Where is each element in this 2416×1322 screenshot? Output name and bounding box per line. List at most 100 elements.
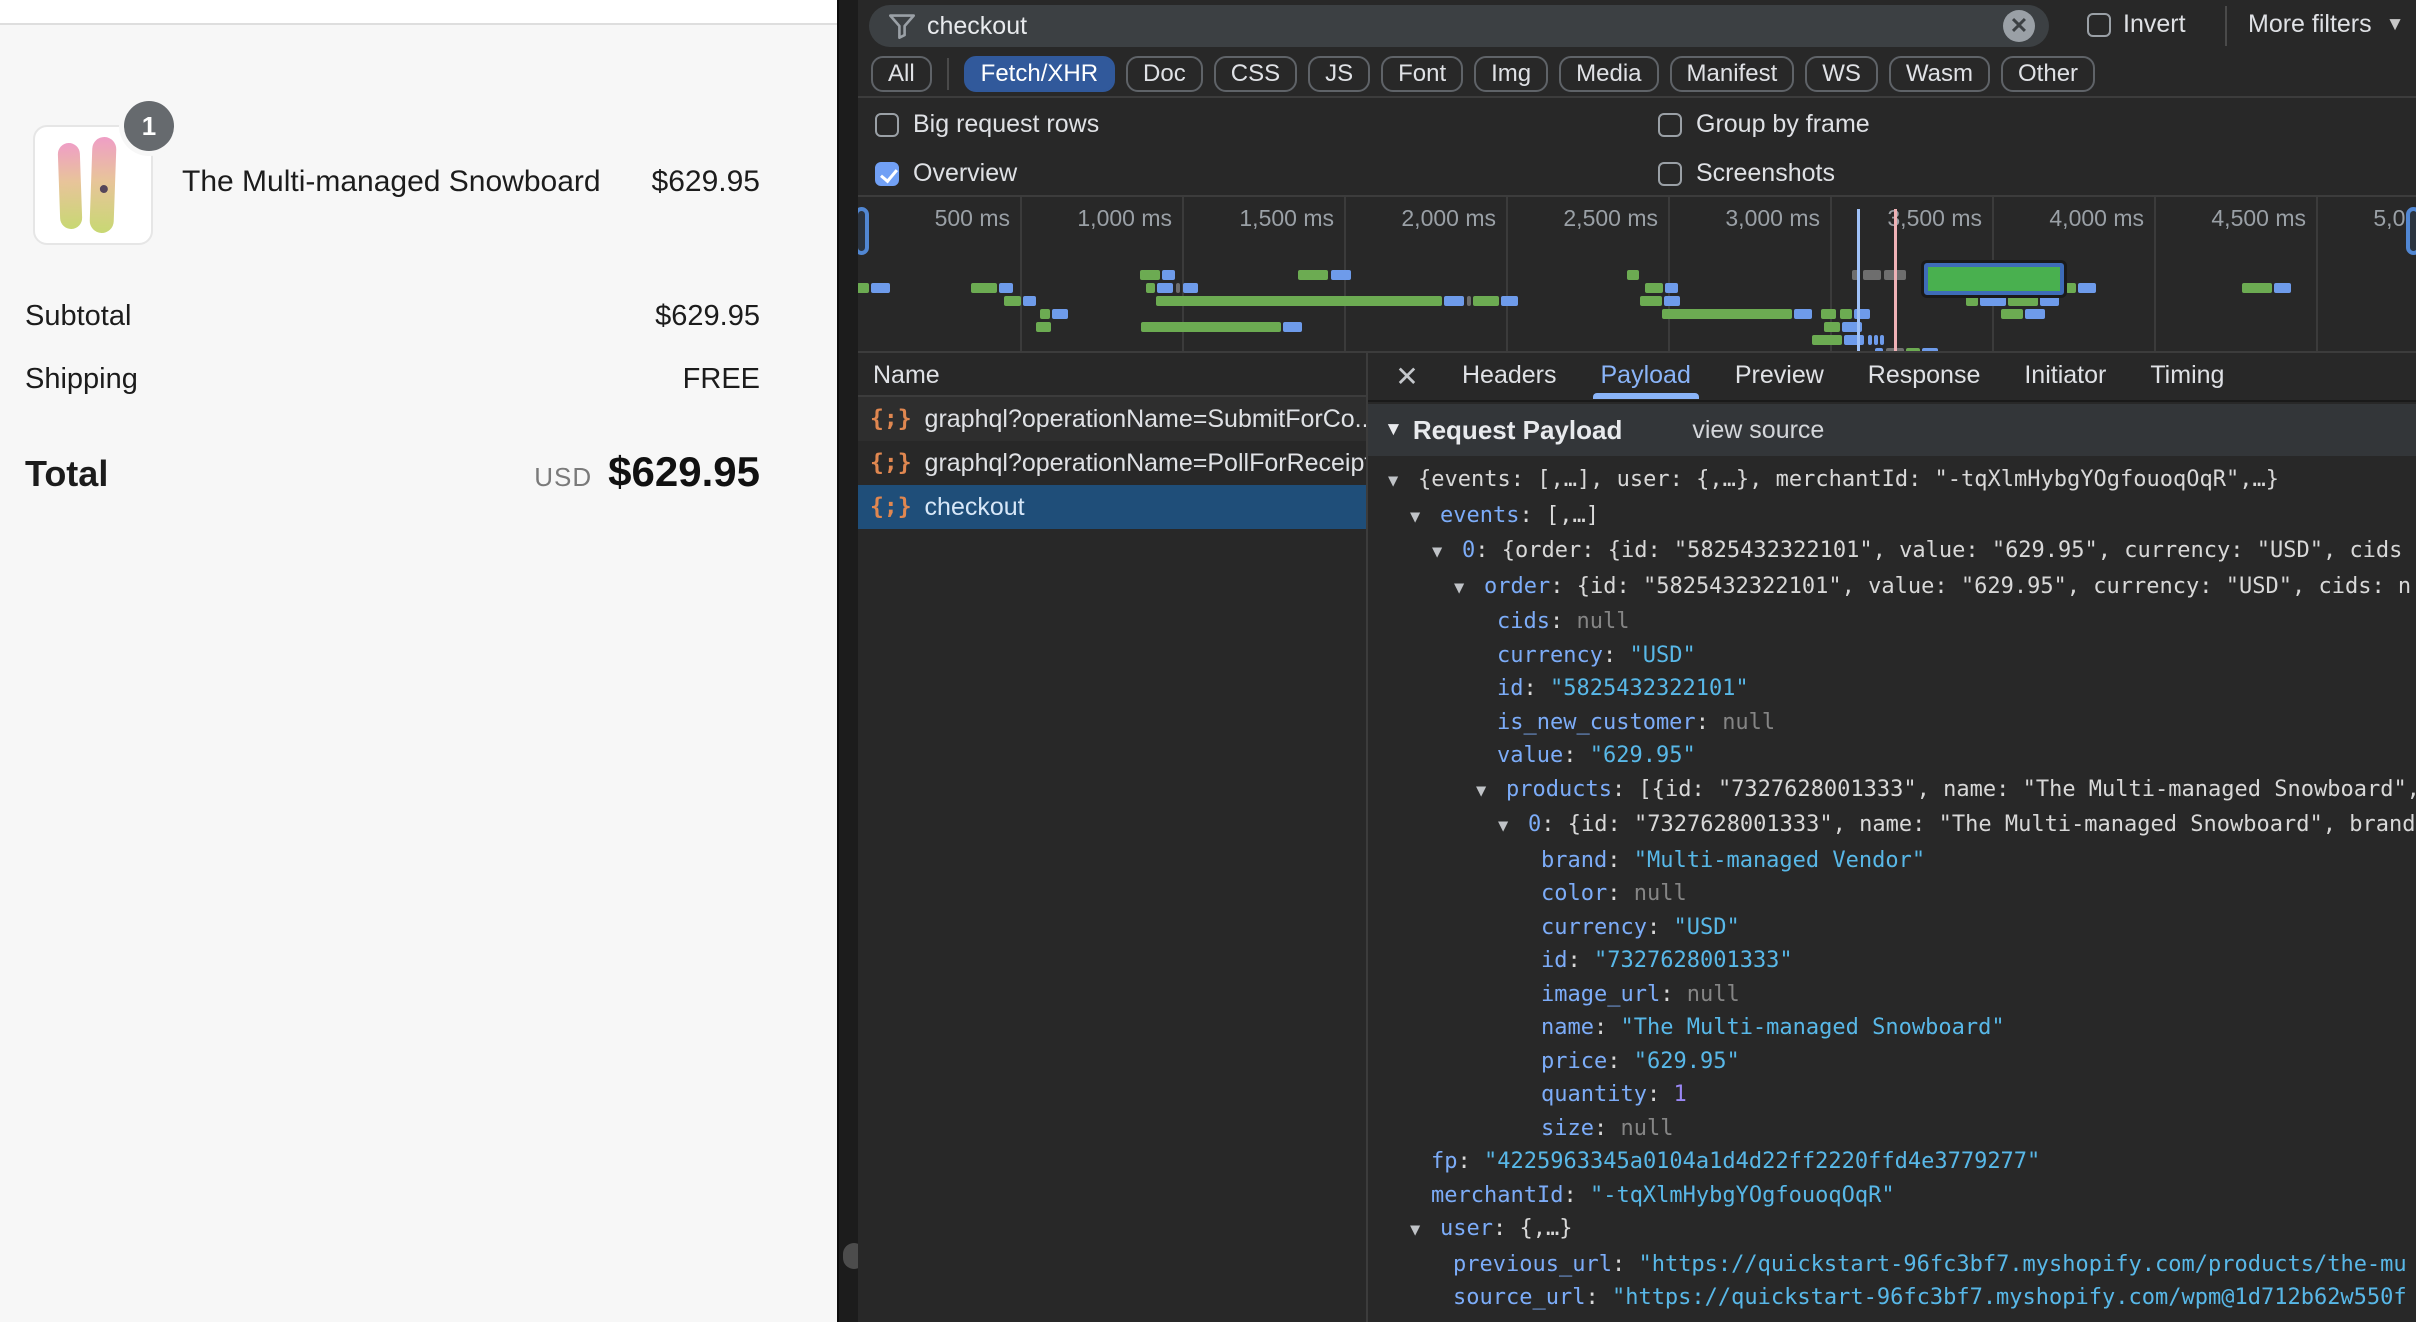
timeline-tick-label: 2,000 ms	[1326, 205, 1496, 232]
payload-tree-line: size: null	[1388, 1112, 2416, 1146]
payload-tree-line[interactable]: ▼0: {id: "7327628001333", name: "The Mul…	[1388, 808, 2416, 844]
close-icon[interactable]: ✕	[1392, 360, 1422, 393]
json-value: 1	[1673, 1082, 1686, 1107]
timeline-request-bar	[1146, 283, 1155, 293]
payload-tree-line: color: null	[1388, 877, 2416, 911]
payload-tree-line[interactable]: ▼products: [{id: "7327628001333", name: …	[1388, 773, 2416, 809]
timeline-request-bar	[1824, 322, 1840, 332]
payload-tree-line[interactable]: ▼{events: [,…], user: {,…}, merchantId: …	[1388, 463, 2416, 499]
payload-tree-line: quantity: 1	[1388, 1078, 2416, 1112]
filter-input-wrap[interactable]: checkout ✕	[869, 5, 2049, 47]
timeline-request-bar	[1283, 322, 1302, 332]
timeline-request-bar	[1627, 270, 1639, 280]
filter-chip-font[interactable]: Font	[1381, 56, 1463, 92]
option-label: Big request rows	[913, 110, 1099, 139]
more-filters-button[interactable]: More filters ▼	[2248, 10, 2404, 39]
filter-chip-all[interactable]: All	[871, 56, 932, 92]
fetch-xhr-icon: {;}	[870, 494, 912, 520]
json-key: cids	[1497, 609, 1550, 634]
expand-arrow-icon[interactable]: ▼	[1432, 536, 1462, 570]
payload-tree-line: price: "629.95"	[1388, 1045, 2416, 1079]
filter-chip-other[interactable]: Other	[2001, 56, 2095, 92]
panel-divider[interactable]	[837, 0, 858, 1322]
expand-arrow-icon[interactable]: ▼	[1476, 775, 1506, 809]
tab-initiator[interactable]: Initiator	[2002, 353, 2128, 401]
expand-arrow-icon[interactable]: ▼	[1454, 572, 1484, 606]
checkbox[interactable]	[875, 162, 899, 186]
invert-label: Invert	[2123, 10, 2186, 39]
filter-chip-fetch-xhr[interactable]: Fetch/XHR	[964, 56, 1115, 92]
payload-tree-line[interactable]: ▼user: {,…}	[1388, 1212, 2416, 1248]
invert-checkbox[interactable]	[2087, 13, 2111, 37]
json-value: "https://quickstart-96fc3bf7.myshopify.c…	[1612, 1285, 2407, 1310]
checkbox[interactable]	[875, 113, 899, 137]
json-key: order	[1484, 574, 1550, 599]
network-request-row[interactable]: {;}graphql?operationName=PollForReceipt	[858, 441, 1366, 485]
filter-chip-css[interactable]: CSS	[1214, 56, 1297, 92]
expand-arrow-icon[interactable]: ▼	[1498, 810, 1528, 844]
network-request-row[interactable]: {;}checkout	[858, 485, 1366, 529]
filter-chip-js[interactable]: JS	[1308, 56, 1370, 92]
timeline-tick-label: 500 ms	[858, 205, 1010, 232]
option-big-request-rows[interactable]: Big request rows	[875, 110, 1099, 139]
total-currency: USD	[534, 462, 592, 493]
json-key: size	[1541, 1116, 1594, 1141]
timeline-request-bar	[1157, 283, 1173, 293]
key-value-separator: :	[1594, 1116, 1621, 1141]
tab-timing[interactable]: Timing	[2128, 353, 2246, 401]
filter-input[interactable]: checkout	[927, 12, 2003, 41]
tab-response[interactable]: Response	[1846, 353, 2003, 401]
name-column-header[interactable]: Name	[858, 353, 1366, 397]
tab-headers[interactable]: Headers	[1440, 353, 1579, 401]
json-key: user	[1440, 1216, 1493, 1241]
overview-selection-handle[interactable]	[858, 207, 869, 255]
payload-tree-line[interactable]: ▼0: {order: {id: "5825432322101", value:…	[1388, 534, 2416, 570]
chevron-down-icon: ▼	[2386, 14, 2405, 36]
option-screenshots[interactable]: Screenshots	[1658, 159, 1835, 188]
clear-filter-icon[interactable]: ✕	[2003, 10, 2035, 42]
request-detail-panel: ✕ HeadersPayloadPreviewResponseInitiator…	[1368, 353, 2416, 1322]
filter-chip-media[interactable]: Media	[1559, 56, 1658, 92]
json-value: [,…]	[1546, 503, 1599, 528]
filter-chip-wasm[interactable]: Wasm	[1889, 56, 1990, 92]
payload-tree-line: cids: null	[1388, 605, 2416, 639]
expand-arrow-icon[interactable]: ▼	[1410, 1214, 1440, 1248]
quantity-badge: 1	[124, 101, 174, 151]
timeline-request-bar	[1473, 296, 1499, 306]
payload-tree-line: previous_url: "https://quickstart-96fc3b…	[1388, 1248, 2416, 1282]
payload-tree-line[interactable]: ▼events: [,…]	[1388, 499, 2416, 535]
timeline-request-bar	[1812, 335, 1842, 345]
option-overview[interactable]: Overview	[875, 159, 1017, 188]
network-request-row[interactable]: {;}graphql?operationName=SubmitForCo...	[858, 397, 1366, 441]
json-key: brand	[1541, 848, 1607, 873]
key-value-separator: :	[1647, 915, 1674, 940]
tab-preview[interactable]: Preview	[1713, 353, 1846, 401]
json-value: {order: {id: "5825432322101", value: "62…	[1502, 538, 2403, 563]
tab-payload[interactable]: Payload	[1579, 353, 1713, 401]
payload-tree-line: is_new_customer: null	[1388, 706, 2416, 740]
timeline-selected-request-bar	[1924, 263, 2064, 295]
filter-chip-doc[interactable]: Doc	[1126, 56, 1203, 92]
key-value-separator: :	[1568, 948, 1595, 973]
filter-chip-ws[interactable]: WS	[1805, 56, 1878, 92]
json-value: null	[1634, 881, 1687, 906]
filter-chip-manifest[interactable]: Manifest	[1670, 56, 1795, 92]
view-source-link[interactable]: view source	[1692, 416, 1824, 445]
checkbox[interactable]	[1658, 113, 1682, 137]
option-group-by-frame[interactable]: Group by frame	[1658, 110, 1870, 139]
json-value: "7327628001333"	[1594, 948, 1793, 973]
expand-arrow-icon[interactable]: ▼	[1388, 465, 1418, 499]
key-value-separator: :	[1594, 1015, 1621, 1040]
json-key: products	[1506, 777, 1612, 802]
overview-selection-handle[interactable]	[2406, 207, 2416, 255]
timeline-tick-label: 1,000 ms	[1002, 205, 1172, 232]
payload-tree-line[interactable]: ▼order: {id: "5825432322101", value: "62…	[1388, 570, 2416, 606]
collapse-arrow-icon[interactable]: ▼	[1384, 419, 1403, 441]
timeline-request-bar	[1874, 335, 1878, 345]
checkbox[interactable]	[1658, 162, 1682, 186]
json-key: events	[1440, 503, 1519, 528]
network-overview-timeline[interactable]: 500 ms1,000 ms1,500 ms2,000 ms2,500 ms3,…	[858, 197, 2416, 353]
expand-arrow-icon[interactable]: ▼	[1410, 501, 1440, 535]
payload-tree-line: currency: "USD"	[1388, 639, 2416, 673]
filter-chip-img[interactable]: Img	[1474, 56, 1548, 92]
